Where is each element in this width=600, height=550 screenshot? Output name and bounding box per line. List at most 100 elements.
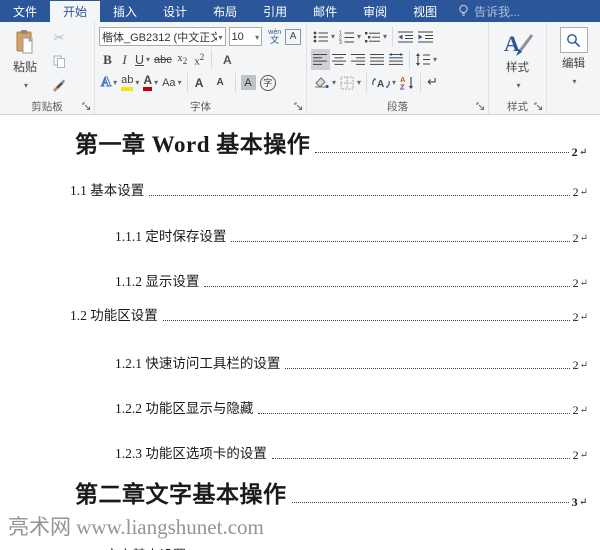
toc-entry-text: 1.2.2 功能区显示与隐藏 [115, 401, 254, 416]
dot-leader [271, 458, 570, 459]
tab-file[interactable]: 文件 [0, 0, 50, 22]
italic-button[interactable]: I [116, 49, 133, 70]
change-case-button[interactable]: Aa [160, 72, 183, 93]
toc-entry[interactable]: 1.2.2 功能区显示与隐藏 2 ↵ [115, 397, 588, 417]
justify-button[interactable] [368, 49, 387, 70]
toc-entry[interactable]: 1.2.3 功能区选项卡的设置 2 ↵ [115, 442, 588, 462]
strikethrough-button[interactable]: abc [152, 49, 174, 70]
tab-home[interactable]: 开始 [50, 1, 101, 22]
clear-formatting-button[interactable]: A [219, 49, 236, 70]
toc-entry[interactable]: 第一章 Word 基本操作 2 ↵ [75, 125, 588, 159]
paragraph-mark-icon: ↵ [579, 233, 588, 244]
styles-button-label: 样式 [506, 62, 529, 74]
font-name-combo[interactable]: 楷体_GB2312 (中文正文 [99, 27, 226, 46]
asian-layout-icon: A [372, 77, 390, 90]
toc-entry[interactable]: 1.1.1 定时保存设置 2 ↵ [115, 225, 588, 245]
grow-font-button[interactable]: A [191, 72, 208, 93]
paragraph-group: 123 [307, 22, 489, 114]
toc-entry[interactable]: 1.2.1 快速访问工具栏的设置 2 ↵ [115, 352, 588, 372]
align-center-button[interactable] [330, 49, 349, 70]
scissors-icon: ✂ [53, 31, 65, 46]
paragraph-dialog-launcher[interactable] [476, 102, 485, 111]
superscript-button[interactable]: x2 [191, 49, 208, 70]
increase-indent-icon [418, 31, 434, 42]
text-effects-button[interactable]: A [99, 72, 119, 93]
toc-entry[interactable]: 1.1.2 显示设置 2 ↵ [115, 270, 588, 290]
character-shading-icon: A [240, 75, 256, 90]
clipboard-group-label: 剪贴板 [31, 100, 63, 113]
font-size-value: 10 [231, 30, 244, 43]
font-color-button[interactable]: A [141, 72, 160, 93]
paragraph-mark-icon: ↵ [579, 312, 588, 323]
paragraph-group-label: 段落 [387, 100, 408, 113]
multilevel-list-icon [365, 31, 381, 42]
cut-button[interactable]: ✂ [47, 27, 71, 50]
toc-page-number: 2 [572, 358, 579, 372]
align-right-icon [351, 54, 365, 65]
decrease-indent-button[interactable] [396, 26, 416, 47]
character-shading-button[interactable]: A [239, 72, 258, 93]
editing-button[interactable]: 编辑 [547, 22, 600, 89]
underline-button[interactable]: U [133, 49, 152, 70]
dot-leader [162, 320, 570, 321]
enclose-characters-icon: 字 [259, 74, 276, 91]
ribbon: 粘贴 ✂ [0, 22, 600, 115]
tell-me-box[interactable]: 告诉我... [458, 0, 520, 22]
styles-button[interactable]: A 样式 [489, 22, 546, 93]
line-spacing-button[interactable] [413, 49, 439, 70]
tab-mailings[interactable]: 邮件 [300, 0, 350, 22]
numbering-button[interactable]: 123 [337, 26, 363, 47]
increase-indent-button[interactable] [416, 26, 436, 47]
tab-layout[interactable]: 布局 [200, 0, 250, 22]
format-painter-button[interactable] [47, 73, 71, 96]
enclose-characters-button[interactable]: 字 [258, 72, 278, 93]
tab-design[interactable]: 设计 [150, 0, 200, 22]
paragraph-mark-icon: ↵ [579, 360, 588, 371]
dropdown-icon [253, 31, 259, 43]
subscript-button[interactable]: x2 [174, 49, 191, 70]
dot-leader [285, 368, 570, 369]
font-group: 楷体_GB2312 (中文正文 10 wén 文 A [95, 22, 307, 114]
copy-button[interactable] [47, 50, 71, 73]
document-canvas[interactable]: 第一章 Word 基本操作 2 ↵ 1.1 基本设置 2 ↵ 1.1.1 定时保… [0, 115, 600, 550]
tab-view[interactable]: 视图 [400, 0, 450, 22]
paste-clipboard-icon [14, 29, 36, 55]
sort-button[interactable]: A Z [398, 72, 417, 93]
bullets-button[interactable] [311, 26, 337, 47]
shrink-font-button[interactable]: A [212, 72, 229, 93]
toc-entry[interactable]: 1.1 基本设置 2 ↵ [70, 179, 588, 199]
distributed-button[interactable] [387, 49, 406, 70]
shading-button[interactable] [311, 72, 338, 93]
toc-page-number: 2 [572, 310, 579, 324]
align-right-button[interactable] [349, 49, 368, 70]
styles-dialog-launcher[interactable] [534, 102, 543, 111]
toc-entry[interactable]: 1.2 功能区设置 2 ↵ [70, 304, 588, 324]
align-left-button[interactable] [311, 49, 330, 70]
tell-me-label: 告诉我... [474, 4, 521, 19]
show-hide-marks-button[interactable]: ↵ [424, 72, 441, 93]
font-dialog-launcher[interactable] [294, 102, 303, 111]
distributed-icon [389, 53, 403, 65]
asian-layout-button[interactable]: A [370, 72, 398, 93]
shading-icon [315, 76, 329, 88]
toc-entry-text: 1.1 基本设置 [70, 183, 145, 198]
borders-button[interactable] [338, 72, 363, 93]
search-icon[interactable] [559, 27, 588, 53]
phonetic-guide-button[interactable]: wén 文 [266, 26, 283, 47]
tab-references[interactable]: 引用 [250, 0, 300, 22]
tab-review[interactable]: 审阅 [350, 0, 400, 22]
clipboard-dialog-launcher[interactable] [82, 102, 91, 111]
toc-entry-partial[interactable]: 2.1 文字基本设置 [85, 544, 588, 550]
highlight-color-button[interactable]: ab [119, 72, 141, 93]
character-border-button[interactable]: A [283, 26, 303, 47]
borders-icon [340, 76, 354, 89]
styles-group-label: 样式 [507, 100, 528, 113]
tab-insert[interactable]: 插入 [100, 0, 150, 22]
paste-button[interactable]: 粘贴 [4, 25, 46, 98]
toc-entry-text: 1.1.1 定时保存设置 [115, 229, 227, 244]
toc-entry[interactable]: 第二章文字基本操作 3 ↵ [75, 475, 588, 509]
bold-button[interactable]: B [99, 49, 116, 70]
multilevel-list-button[interactable] [363, 26, 389, 47]
toc-page-number: 3 [571, 495, 579, 509]
font-size-combo[interactable]: 10 [228, 27, 263, 46]
